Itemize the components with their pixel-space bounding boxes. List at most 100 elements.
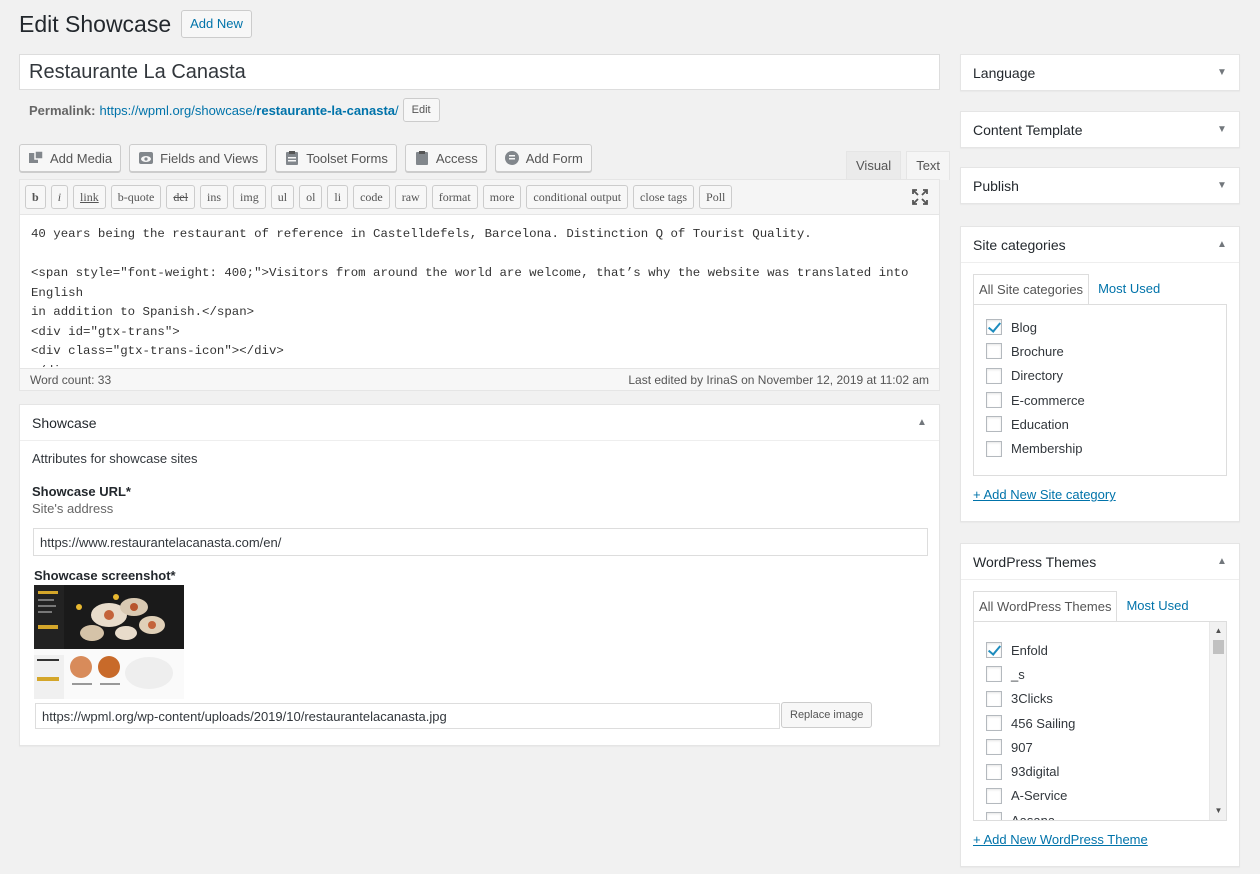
collapse-arrow-icon[interactable]: ▲ <box>1217 556 1227 567</box>
list-item[interactable]: Blog <box>986 315 1226 339</box>
checkbox[interactable] <box>986 739 1002 756</box>
publish-metabox-header[interactable]: Publish ▼ <box>961 168 1239 204</box>
list-item[interactable]: Education <box>986 412 1226 436</box>
checkbox-checked[interactable] <box>986 319 1002 336</box>
qt-bold-button[interactable]: b <box>25 185 46 209</box>
fullscreen-icon[interactable] <box>911 188 929 206</box>
list-item[interactable]: E-commerce <box>986 388 1226 412</box>
checkbox[interactable] <box>986 763 1002 780</box>
permalink-label: Permalink: <box>29 102 96 118</box>
checkbox[interactable] <box>986 367 1002 384</box>
list-item[interactable]: A-Service <box>986 784 1226 808</box>
tab-most-used-site-categories[interactable]: Most Used <box>1092 273 1166 304</box>
post-title-input[interactable] <box>19 54 940 90</box>
content-template-metabox-header[interactable]: Content Template ▼ <box>961 112 1239 148</box>
qt-conditional-output-button[interactable]: conditional output <box>526 185 629 209</box>
add-new-wordpress-theme-link[interactable]: + Add New WordPress Theme <box>973 832 1227 847</box>
content-template-metabox: Content Template ▼ <box>960 111 1240 148</box>
permalink-link[interactable]: https://wpml.org/showcase/restaurante-la… <box>99 103 398 118</box>
list-item[interactable]: Brochure <box>986 339 1226 363</box>
checkbox[interactable] <box>986 812 1002 820</box>
qt-ol-button[interactable]: ol <box>299 185 323 209</box>
collapse-arrow-icon[interactable]: ▲ <box>1217 239 1227 250</box>
qt-del-button[interactable]: del <box>166 185 196 209</box>
editor-status-bar: Word count: 33 Last edited by IrinaS on … <box>19 368 940 391</box>
text-editor: b i link b-quote del ins img ul ol li co… <box>19 179 940 391</box>
checkbox[interactable] <box>986 343 1002 360</box>
checkbox[interactable] <box>986 787 1002 804</box>
checkbox[interactable] <box>986 666 1002 683</box>
checkbox[interactable] <box>986 392 1002 409</box>
showcase-metabox-header[interactable]: Showcase ▲ <box>20 405 939 441</box>
qt-italic-button[interactable]: i <box>50 185 69 209</box>
qt-img-button[interactable]: img <box>233 185 266 209</box>
add-form-label: Add Form <box>525 150 583 166</box>
qt-ins-button[interactable]: ins <box>200 185 229 209</box>
replace-image-button[interactable]: Replace image <box>781 702 873 728</box>
fields-and-views-button[interactable]: Fields and Views <box>129 144 268 172</box>
list-item[interactable]: Directory <box>986 364 1226 388</box>
list-item[interactable]: 3Clicks <box>986 687 1226 711</box>
checkbox[interactable] <box>986 690 1002 707</box>
qt-format-button[interactable]: format <box>431 185 478 209</box>
add-form-button[interactable]: Add Form <box>494 144 592 172</box>
scroll-down-icon[interactable]: ▼ <box>1213 805 1224 817</box>
add-media-button[interactable]: Add Media <box>19 144 122 172</box>
language-metabox-header[interactable]: Language ▼ <box>961 55 1239 91</box>
showcase-url-input[interactable] <box>33 528 928 556</box>
fields-and-views-label: Fields and Views <box>160 150 259 166</box>
permalink-edit-button[interactable]: Edit <box>402 98 440 122</box>
expand-arrow-icon[interactable]: ▼ <box>1217 68 1227 78</box>
list-item[interactable]: 456 Sailing <box>986 711 1226 735</box>
content-textarea[interactable]: 40 years being the restaurant of referen… <box>20 215 939 367</box>
add-new-site-category-link[interactable]: + Add New Site category <box>973 487 1227 502</box>
qt-more-button[interactable]: more <box>482 185 522 209</box>
list-item[interactable]: _s <box>986 662 1226 686</box>
tab-visual[interactable]: Visual <box>846 151 902 179</box>
themes-scrollbar[interactable]: ▲ ▼ <box>1209 622 1226 820</box>
qt-blockquote-button[interactable]: b-quote <box>110 185 162 209</box>
access-button[interactable]: Access <box>404 144 487 172</box>
site-categories-metabox-title: Site categories <box>973 236 1066 253</box>
scrollbar-thumb[interactable] <box>1213 640 1224 654</box>
showcase-image-url-input[interactable] <box>35 703 780 729</box>
permalink: Permalink: https://wpml.org/showcase/res… <box>29 98 440 122</box>
list-item[interactable]: Aasana <box>986 808 1226 820</box>
access-label: Access <box>435 150 478 166</box>
qt-ul-button[interactable]: ul <box>270 185 295 209</box>
toolset-forms-button[interactable]: Toolset Forms <box>275 144 397 172</box>
page-header: Edit Showcase Add New <box>19 10 252 38</box>
wordpress-themes-metabox-header[interactable]: WordPress Themes ▲ <box>961 544 1239 580</box>
qt-close-tags-button[interactable]: close tags <box>633 185 695 209</box>
expand-arrow-icon[interactable]: ▼ <box>1217 181 1227 191</box>
list-item[interactable]: Enfold <box>986 638 1226 662</box>
wordpress-themes-metabox: WordPress Themes ▲ All WordPress Themes … <box>960 543 1240 867</box>
tab-most-used-wordpress-themes[interactable]: Most Used <box>1120 590 1194 621</box>
qt-link-button[interactable]: link <box>73 185 106 209</box>
checkbox[interactable] <box>986 416 1002 433</box>
checkbox[interactable] <box>986 440 1002 457</box>
scroll-up-icon[interactable]: ▲ <box>1213 625 1224 637</box>
list-item[interactable]: 93digital <box>986 759 1226 783</box>
site-categories-metabox-header[interactable]: Site categories ▲ <box>961 227 1239 263</box>
last-edited: Last edited by IrinaS on November 12, 20… <box>628 372 929 387</box>
qt-li-button[interactable]: li <box>327 185 349 209</box>
tab-all-wordpress-themes[interactable]: All WordPress Themes <box>973 591 1118 622</box>
eye-icon <box>138 150 154 166</box>
editor-tabs: Visual Text <box>841 151 951 180</box>
qt-code-button[interactable]: code <box>353 185 390 209</box>
qt-poll-button[interactable]: Poll <box>699 185 733 209</box>
list-item[interactable]: Membership <box>986 436 1226 460</box>
collapse-arrow-icon[interactable]: ▲ <box>917 417 927 428</box>
list-item[interactable]: 907 <box>986 735 1226 759</box>
qt-raw-button[interactable]: raw <box>394 185 427 209</box>
site-categories-list: Blog Brochure Directory E-commerce Educa… <box>973 304 1227 476</box>
tab-all-site-categories[interactable]: All Site categories <box>973 274 1090 305</box>
checkbox-checked[interactable] <box>986 642 1002 659</box>
site-categories-metabox: Site categories ▲ All Site categories Mo… <box>960 226 1240 522</box>
checkbox[interactable] <box>986 715 1002 732</box>
tab-text[interactable]: Text <box>906 151 951 180</box>
add-new-button[interactable]: Add New <box>181 10 252 38</box>
wordpress-themes-tabs: All WordPress Themes Most Used <box>973 590 1227 622</box>
expand-arrow-icon[interactable]: ▼ <box>1217 125 1227 135</box>
